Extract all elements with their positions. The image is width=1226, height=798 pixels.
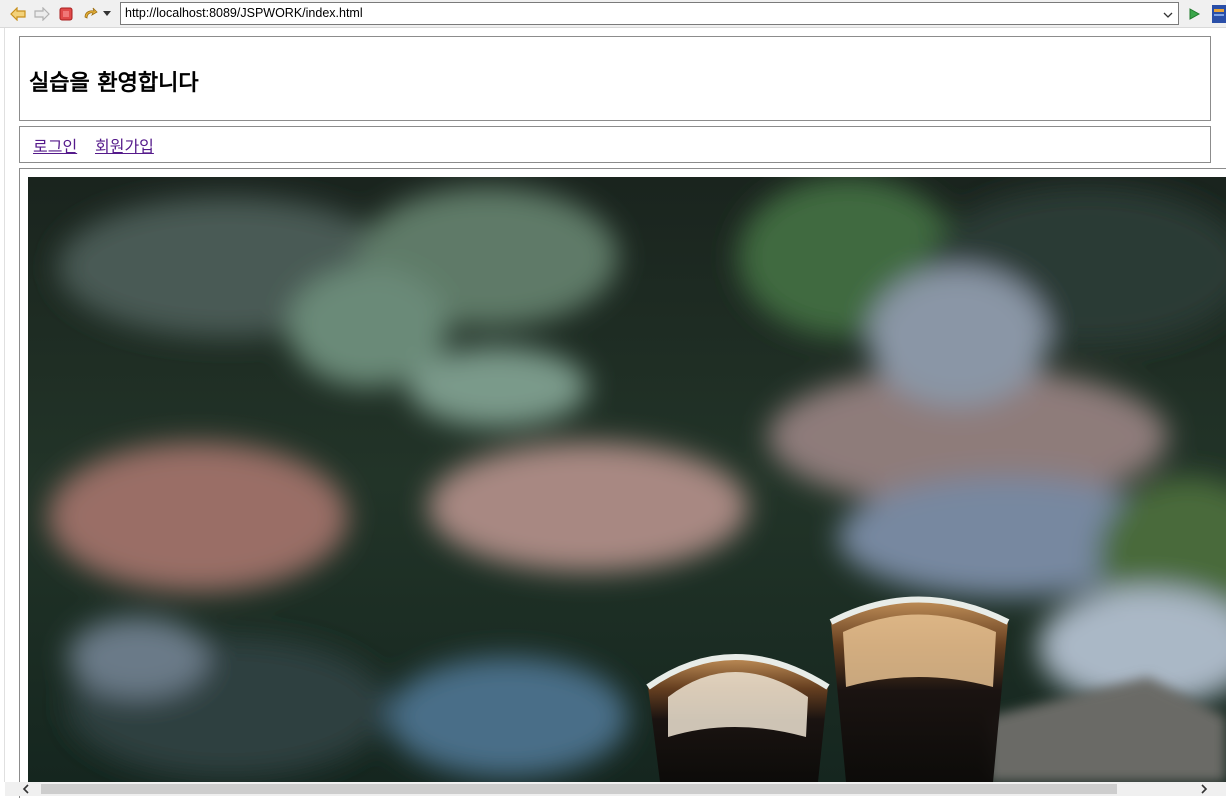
nav-section: 로그인 회원가입	[19, 126, 1211, 163]
coffee-photo	[28, 177, 1226, 782]
chevron-down-icon[interactable]	[1161, 7, 1175, 21]
signup-link[interactable]: 회원가입	[95, 133, 154, 157]
url-text[interactable]: http://localhost:8089/JSPWORK/index.html	[125, 6, 363, 20]
page-title: 실습을 환영합니다	[29, 71, 199, 96]
coffee-glass-right	[829, 596, 1010, 782]
header-section: 실습을 환영합니다	[19, 36, 1211, 121]
scroll-left-icon[interactable]	[17, 782, 35, 796]
address-bar[interactable]: http://localhost:8089/JSPWORK/index.html	[120, 2, 1179, 25]
scroll-right-icon[interactable]	[1195, 782, 1213, 796]
stop-icon[interactable]	[56, 4, 76, 24]
extension-icon[interactable]	[1212, 4, 1226, 24]
horizontal-scrollbar[interactable]	[5, 782, 1226, 796]
browser-toolbar: http://localhost:8089/JSPWORK/index.html	[0, 0, 1226, 28]
coffee-glass-left	[646, 654, 830, 782]
login-link[interactable]: 로그인	[33, 133, 77, 157]
scrollbar-thumb[interactable]	[41, 784, 1117, 794]
go-icon[interactable]	[1184, 4, 1204, 24]
viewport-edge	[4, 28, 5, 782]
page-viewport: 실습을 환영합니다 로그인 회원가입	[0, 28, 1226, 798]
dropdown-icon[interactable]	[101, 4, 113, 24]
refresh-icon[interactable]	[80, 4, 100, 24]
forward-icon[interactable]	[32, 4, 52, 24]
back-icon[interactable]	[8, 4, 28, 24]
